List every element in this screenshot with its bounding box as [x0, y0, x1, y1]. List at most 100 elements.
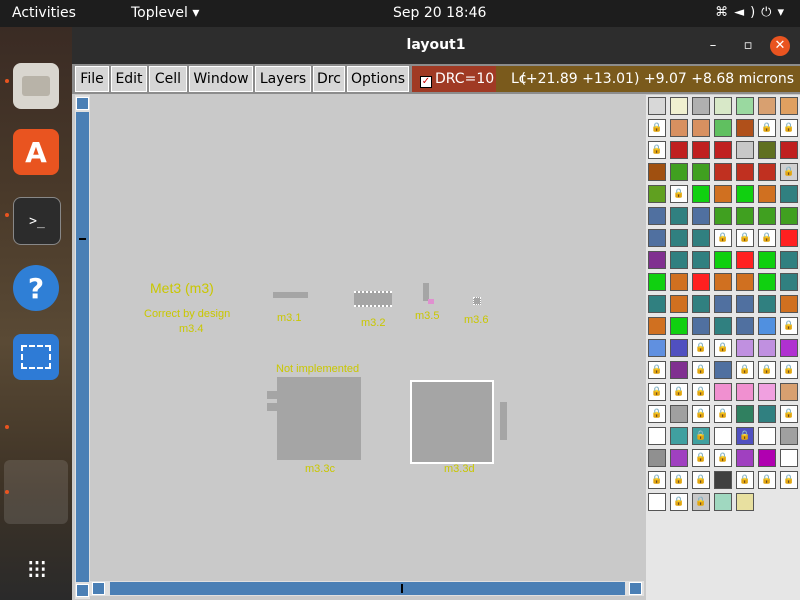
layer-tile[interactable] [780, 339, 798, 357]
layer-tile[interactable] [692, 141, 710, 159]
layer-tile[interactable] [692, 163, 710, 181]
menu-options[interactable]: Options [347, 66, 409, 92]
layer-tile[interactable] [736, 317, 754, 335]
layer-tile[interactable]: 🔒 [648, 405, 666, 423]
scroll-thumb[interactable] [401, 584, 403, 593]
layer-tile[interactable] [736, 383, 754, 401]
layer-tile[interactable] [736, 339, 754, 357]
layer-tile[interactable] [780, 185, 798, 203]
layer-tile[interactable] [648, 295, 666, 313]
layer-tile[interactable] [648, 273, 666, 291]
scroll-up-button[interactable] [76, 97, 89, 110]
layer-tile[interactable] [714, 141, 732, 159]
layer-tile[interactable]: 🔒 [758, 471, 776, 489]
layer-tile[interactable] [648, 207, 666, 225]
layer-tile[interactable] [714, 207, 732, 225]
layer-tile[interactable] [648, 185, 666, 203]
clock[interactable]: Sep 20 18:46 [393, 5, 486, 21]
layer-tile[interactable] [692, 295, 710, 313]
layer-tile[interactable] [714, 273, 732, 291]
layer-tile[interactable]: 🔒 [780, 119, 798, 137]
layer-tile[interactable] [670, 295, 688, 313]
layer-tile[interactable] [780, 273, 798, 291]
layer-tile[interactable] [736, 141, 754, 159]
menu-cell[interactable]: Cell [149, 66, 187, 92]
drc-toggle[interactable]: ✓ DRC=10 [412, 66, 496, 92]
menu-file[interactable]: File [75, 66, 109, 92]
layer-tile[interactable]: 🔒 [714, 339, 732, 357]
layer-tile[interactable]: 🔒 [692, 493, 710, 511]
layer-tile[interactable] [670, 119, 688, 137]
layer-tile[interactable]: 🔒 [692, 383, 710, 401]
layer-tile[interactable]: 🔒 [736, 471, 754, 489]
layer-tile[interactable]: 🔒 [692, 471, 710, 489]
menu-window[interactable]: Window [189, 66, 253, 92]
layer-tile[interactable] [714, 493, 732, 511]
layer-tile[interactable] [736, 449, 754, 467]
layer-tile[interactable]: 🔒 [670, 185, 688, 203]
show-apps-icon[interactable]: ⁝⁝⁝ [13, 547, 59, 593]
vertical-scrollbar[interactable] [75, 95, 90, 599]
layout-canvas[interactable]: Met3 (m3) Correct by design m3.4 m3.1 m3… [90, 95, 644, 580]
layer-tile[interactable] [714, 383, 732, 401]
vertical-scroll-trough[interactable] [76, 112, 89, 582]
layer-tile[interactable] [670, 317, 688, 335]
menu-edit[interactable]: Edit [111, 66, 147, 92]
layer-tile[interactable] [648, 251, 666, 269]
layer-tile[interactable] [780, 295, 798, 313]
layer-tile[interactable] [670, 229, 688, 247]
layer-tile[interactable] [758, 295, 776, 313]
layer-tile[interactable]: 🔒 [736, 361, 754, 379]
layer-tile[interactable]: 🔒 [780, 317, 798, 335]
shape-m3-6[interactable] [473, 297, 481, 305]
close-button[interactable]: ✕ [770, 36, 790, 56]
scroll-right-button[interactable] [629, 582, 642, 595]
layer-tile[interactable] [714, 361, 732, 379]
layer-tile[interactable] [780, 207, 798, 225]
layer-tile[interactable] [670, 163, 688, 181]
layer-tile[interactable] [736, 493, 754, 511]
layer-tile[interactable] [670, 449, 688, 467]
layer-tile[interactable]: 🔒 [758, 119, 776, 137]
layer-tile[interactable] [692, 317, 710, 335]
layer-tile[interactable]: 🔒 [780, 471, 798, 489]
layer-tile[interactable] [670, 141, 688, 159]
layer-tile[interactable] [780, 449, 798, 467]
layer-tile[interactable] [758, 405, 776, 423]
layer-tile[interactable] [758, 141, 776, 159]
layer-tile[interactable]: 🔒 [736, 427, 754, 445]
layer-tile[interactable] [714, 251, 732, 269]
screenshot-icon[interactable] [13, 334, 59, 380]
layer-tile[interactable] [758, 339, 776, 357]
layer-tile[interactable]: 🔒 [692, 427, 710, 445]
layer-tile[interactable] [692, 185, 710, 203]
layer-tile[interactable] [780, 97, 798, 115]
layer-tile[interactable] [648, 163, 666, 181]
layer-tile[interactable] [736, 185, 754, 203]
layer-tile[interactable] [736, 251, 754, 269]
layer-tile[interactable] [736, 295, 754, 313]
layer-tile[interactable]: 🔒 [758, 229, 776, 247]
layer-tile[interactable] [670, 427, 688, 445]
layer-tile[interactable] [758, 273, 776, 291]
layer-tile[interactable]: 🔒 [714, 229, 732, 247]
layer-tile[interactable] [758, 383, 776, 401]
layer-tile[interactable]: 🔒 [670, 383, 688, 401]
layer-tile[interactable] [736, 273, 754, 291]
app-menu[interactable]: Toplevel ▾ [131, 5, 199, 21]
activities-button[interactable]: Activities [12, 5, 76, 21]
layer-tile[interactable] [714, 427, 732, 445]
help-icon[interactable]: ? [13, 265, 59, 311]
layer-tile[interactable] [648, 339, 666, 357]
layer-tile[interactable] [714, 163, 732, 181]
layer-tile[interactable] [714, 295, 732, 313]
shape-m3-3c[interactable] [277, 377, 361, 460]
layer-tile[interactable]: 🔒 [692, 449, 710, 467]
layer-tile[interactable] [648, 229, 666, 247]
layer-tile[interactable]: 🔒 [648, 361, 666, 379]
maximize-button[interactable]: ▫ [738, 36, 758, 56]
layer-tile[interactable] [758, 427, 776, 445]
layer-tile[interactable] [714, 185, 732, 203]
drc-checkbox[interactable]: ✓ [420, 76, 432, 88]
layer-tile[interactable] [670, 339, 688, 357]
